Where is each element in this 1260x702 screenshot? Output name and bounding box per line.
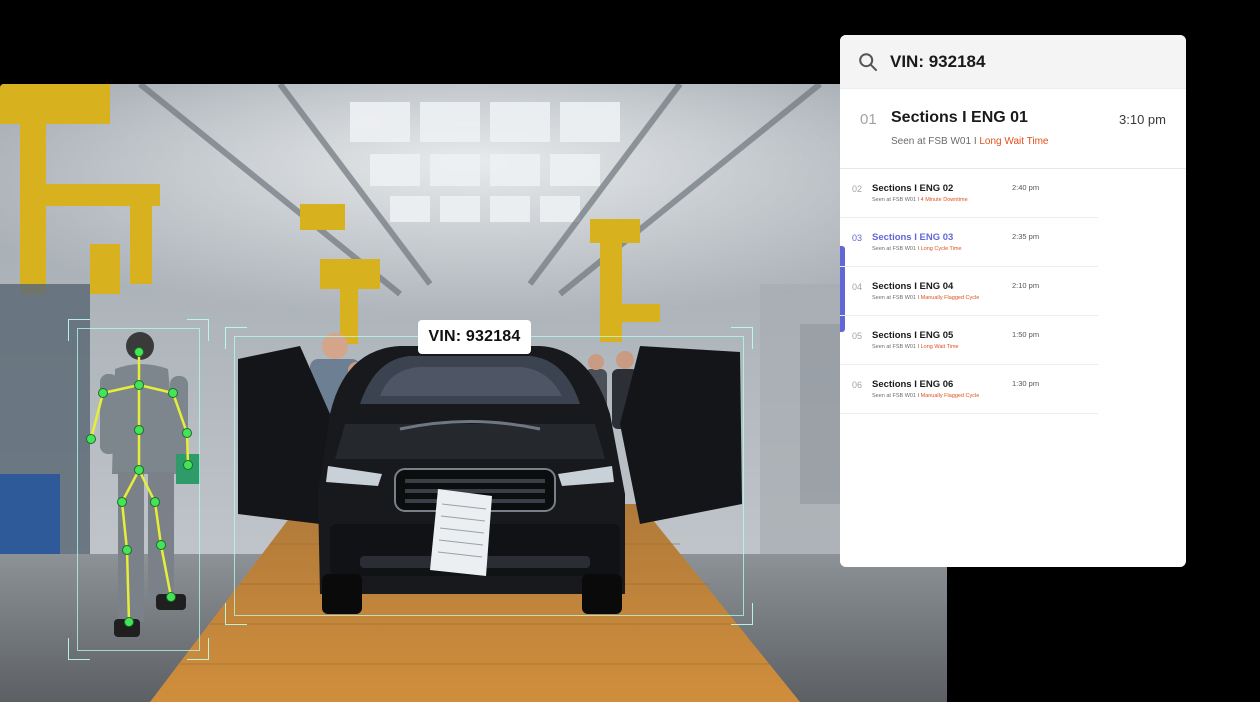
item-subtitle: Seen at FSB W01 I Long Wait Time	[891, 136, 1048, 147]
box-corner	[187, 638, 209, 660]
list-item[interactable]: 05 Sections I ENG 05 1:50 pm Seen at FSB…	[840, 316, 1098, 365]
box-corner	[68, 319, 90, 341]
item-title: Sections I ENG 01	[891, 109, 1028, 126]
search-input[interactable]: VIN: 932184	[890, 52, 985, 72]
item-subtitle: Seen at FSB W01 I 4 Minute Downtime	[872, 197, 968, 203]
item-flag: Long Wait Time	[920, 344, 959, 350]
item-number: 06	[852, 380, 863, 390]
item-title: Sections I ENG 03	[872, 232, 954, 243]
item-number: 04	[852, 282, 863, 292]
vehicle-tracking-panel: VIN: 932184 01 Sections I ENG 01 3:10 pm…	[840, 35, 1186, 567]
item-time: 2:10 pm	[1012, 281, 1040, 290]
item-location: Seen at FSB W01 I	[872, 295, 921, 301]
item-subtitle: Seen at FSB W01 I Manually Flagged Cycle	[872, 393, 979, 399]
item-subtitle: Seen at FSB W01 I Long Wait Time	[872, 344, 959, 350]
item-location: Seen at FSB W01 I	[872, 197, 921, 203]
item-number: 03	[852, 233, 863, 243]
factory-camera-view: VIN: 932184	[0, 84, 947, 702]
item-title: Sections I ENG 02	[872, 183, 954, 194]
list-item-active[interactable]: 03 Sections I ENG 03 2:35 pm Seen at FSB…	[840, 218, 1098, 267]
box-corner	[68, 638, 90, 660]
item-time: 1:50 pm	[1012, 330, 1040, 339]
box-corner	[225, 327, 247, 349]
item-location: Seen at FSB W01 I	[891, 136, 980, 147]
item-location: Seen at FSB W01 I	[872, 393, 921, 399]
item-number: 02	[852, 184, 863, 194]
item-flag: 4 Minute Downtime	[920, 197, 968, 203]
section-list: 02 Sections I ENG 02 2:40 pm Seen at FSB…	[840, 169, 1186, 414]
box-corner	[187, 319, 209, 341]
item-location: Seen at FSB W01 I	[872, 246, 921, 252]
item-time: 2:40 pm	[1012, 183, 1040, 192]
search-bar[interactable]: VIN: 932184	[840, 35, 1186, 89]
item-flag: Manually Flagged Cycle	[920, 295, 980, 301]
item-title: Sections I ENG 05	[872, 330, 954, 341]
item-subtitle: Seen at FSB W01 I Long Cycle Time	[872, 246, 962, 252]
item-number: 01	[860, 111, 877, 128]
item-flag: Long Wait Time	[979, 136, 1049, 147]
featured-section-item[interactable]: 01 Sections I ENG 01 3:10 pm Seen at FSB…	[840, 89, 1186, 169]
item-time: 2:35 pm	[1012, 232, 1040, 241]
item-title: Sections I ENG 06	[872, 379, 954, 390]
item-location: Seen at FSB W01 I	[872, 344, 921, 350]
item-subtitle: Seen at FSB W01 I Manually Flagged Cycle	[872, 295, 979, 301]
list-item[interactable]: 06 Sections I ENG 06 1:30 pm Seen at FSB…	[840, 365, 1098, 414]
search-icon	[859, 52, 877, 71]
box-corner	[731, 327, 753, 349]
list-item[interactable]: 04 Sections I ENG 04 2:10 pm Seen at FSB…	[840, 267, 1098, 316]
worker-detection-box	[68, 319, 209, 660]
item-time: 3:10 pm	[1119, 112, 1166, 127]
list-item[interactable]: 02 Sections I ENG 02 2:40 pm Seen at FSB…	[840, 169, 1098, 218]
item-title: Sections I ENG 04	[872, 281, 954, 292]
box-corner	[731, 603, 753, 625]
item-time: 1:30 pm	[1012, 379, 1040, 388]
box-corner	[225, 603, 247, 625]
item-flag: Long Cycle Time	[920, 246, 962, 252]
item-flag: Manually Flagged Cycle	[920, 393, 980, 399]
vin-tag: VIN: 932184	[418, 320, 531, 354]
item-number: 05	[852, 331, 863, 341]
vehicle-detection-box	[225, 327, 753, 625]
